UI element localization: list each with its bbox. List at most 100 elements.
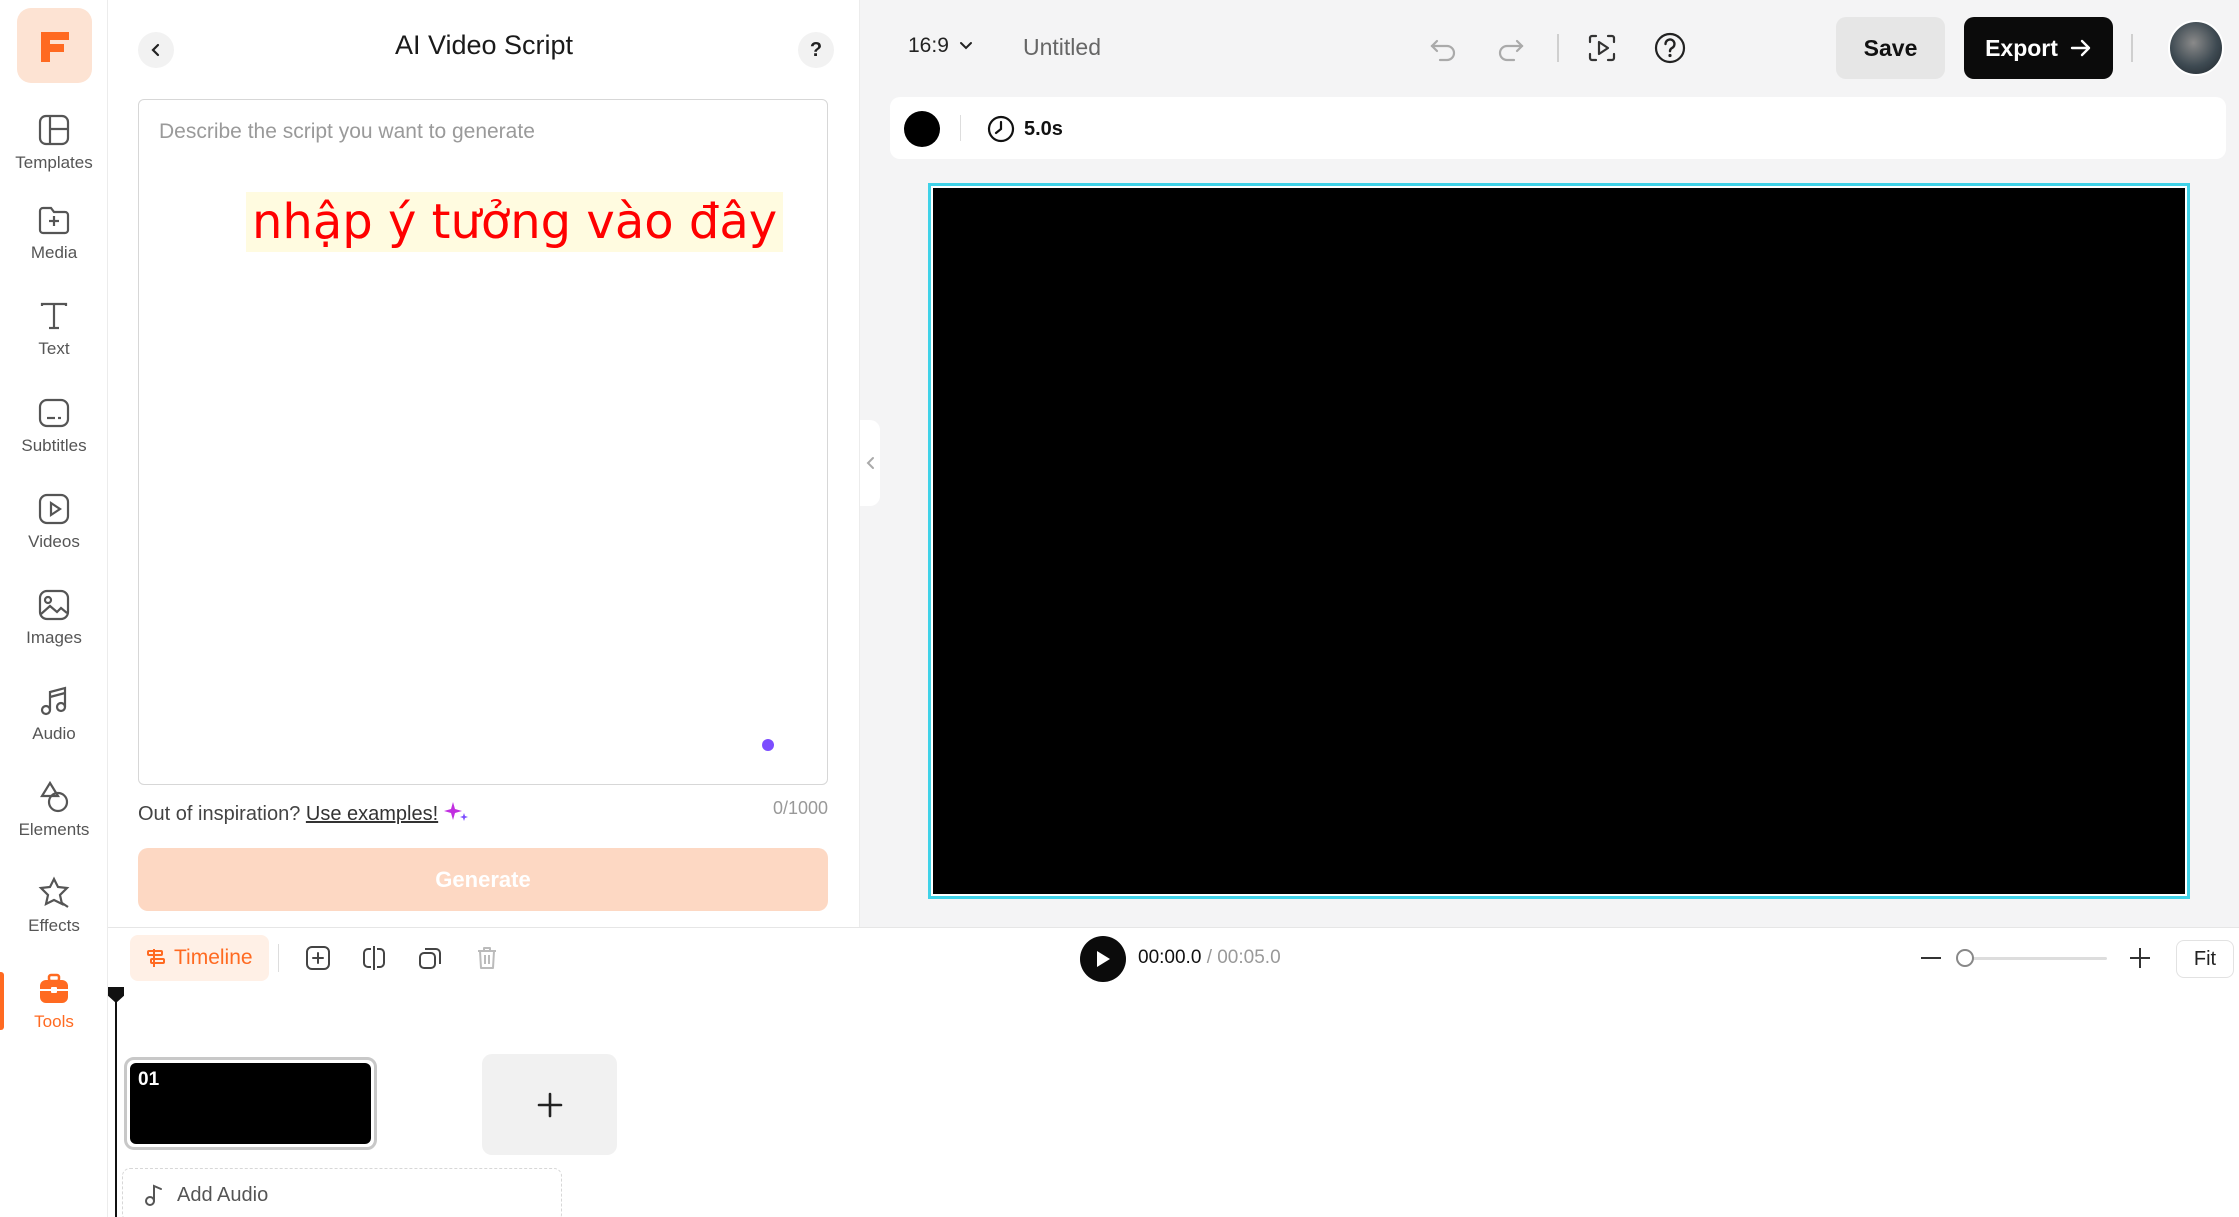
export-label: Export	[1985, 34, 2058, 61]
background-color-swatch[interactable]	[904, 111, 940, 147]
audio-icon	[40, 686, 67, 715]
rail-item-text[interactable]: Text	[0, 283, 108, 373]
rail-item-media[interactable]: Media	[0, 187, 108, 277]
timeline-divider	[278, 944, 279, 972]
rail-label: Media	[30, 242, 78, 262]
rail-item-images[interactable]: Images	[0, 572, 108, 662]
split-icon	[363, 946, 385, 970]
video-canvas[interactable]	[928, 183, 2190, 899]
split-button[interactable]	[356, 940, 392, 976]
prompt-placeholder: Describe the script you want to generate	[159, 120, 535, 143]
elements-icon	[40, 780, 69, 812]
help-center-button[interactable]	[1650, 28, 1690, 68]
ai-script-panel: AI Video Script ? Describe the script yo…	[108, 0, 860, 927]
generate-button[interactable]: Generate	[138, 848, 828, 911]
clock-icon	[987, 115, 1015, 143]
scene-clip[interactable]: 01	[124, 1057, 377, 1150]
rail-label: Text	[38, 338, 70, 358]
user-avatar[interactable]	[2168, 20, 2224, 76]
scene-properties-bar: 5.0s	[890, 97, 2226, 159]
app-logo[interactable]	[17, 8, 92, 83]
scene-clip-thumbnail: 01	[130, 1063, 371, 1144]
delete-button[interactable]	[469, 940, 505, 976]
playhead-line[interactable]	[115, 990, 117, 1217]
chevron-left-icon	[866, 457, 874, 469]
plus-icon	[537, 1092, 562, 1117]
rail-item-subtitles[interactable]: Subtitles	[0, 380, 108, 470]
videos-icon	[38, 493, 70, 524]
playhead-handle[interactable]	[108, 987, 124, 1003]
sparkle-icon	[443, 802, 468, 821]
panel-title: AI Video Script	[394, 30, 574, 60]
props-divider	[960, 115, 961, 141]
duplicate-button[interactable]	[412, 940, 448, 976]
rail-item-audio[interactable]: Audio	[0, 668, 108, 758]
rail-label: Tools	[34, 1011, 74, 1031]
assistant-dot-icon	[762, 739, 774, 751]
rail-item-effects[interactable]: Effects	[0, 860, 108, 950]
music-note-icon	[145, 1184, 162, 1206]
add-audio-label: Add Audio	[177, 1183, 269, 1206]
zoom-slider-handle[interactable]	[1956, 949, 1974, 967]
images-icon	[38, 589, 70, 620]
use-examples-link[interactable]: Use examples!	[306, 803, 438, 825]
add-audio-track[interactable]: Add Audio	[122, 1168, 562, 1217]
minus-icon	[1921, 957, 1941, 959]
rail-item-elements[interactable]: Elements	[0, 764, 108, 854]
add-scene-clip-button[interactable]	[482, 1054, 617, 1155]
toolbar-divider	[1557, 34, 1559, 62]
tools-icon	[40, 973, 68, 1003]
rail-item-templates[interactable]: Templates	[0, 97, 108, 187]
play-button[interactable]	[1080, 936, 1126, 982]
preview-play-icon	[1588, 34, 1616, 62]
duration-value: 5.0s	[1024, 117, 1063, 140]
undo-button[interactable]	[1423, 28, 1463, 68]
scene-number: 01	[138, 1069, 160, 1090]
arrow-right-icon	[2070, 39, 2091, 57]
zoom-slider-track[interactable]	[1961, 957, 2107, 960]
character-count: 0/1000	[772, 798, 828, 818]
duplicate-icon	[419, 948, 441, 969]
project-title[interactable]: Untitled	[1023, 34, 1101, 61]
current-time: 00:00.0	[1138, 947, 1202, 968]
add-square-icon	[306, 946, 330, 970]
templates-icon	[38, 114, 70, 145]
help-button[interactable]: ?	[798, 32, 834, 68]
chevron-down-icon	[959, 42, 972, 50]
rail-label: Elements	[18, 819, 90, 839]
redo-button[interactable]	[1491, 28, 1531, 68]
rail-label: Videos	[28, 531, 80, 551]
canvas-scene	[933, 188, 2185, 894]
text-icon	[40, 302, 68, 329]
zoom-in-button[interactable]	[2123, 941, 2157, 975]
aspect-ratio-value: 16:9	[908, 34, 949, 57]
timeline-panel: Timeline 00:00.0 / 00:05.0 Fit 01 Add Au…	[108, 927, 2239, 1217]
timeline-icon	[147, 949, 165, 967]
effects-icon	[38, 876, 70, 908]
scene-duration[interactable]: 5.0s	[986, 114, 1063, 144]
play-icon	[1097, 951, 1110, 967]
plus-icon	[2130, 948, 2150, 968]
export-button[interactable]: Export	[1964, 17, 2113, 79]
top-toolbar: 16:9 Untitled Save Export	[860, 0, 2239, 96]
undo-icon	[1430, 39, 1456, 62]
rail-item-videos[interactable]: Videos	[0, 476, 108, 566]
question-circle-icon	[1654, 32, 1686, 64]
rail-label: Templates	[15, 152, 93, 172]
rail-label: Audio	[32, 723, 76, 743]
fit-button[interactable]: Fit	[2176, 940, 2234, 978]
aspect-ratio-select[interactable]: 16:9	[908, 34, 973, 58]
zoom-out-button[interactable]	[1914, 941, 1948, 975]
add-scene-button[interactable]	[300, 940, 336, 976]
preview-button[interactable]	[1582, 28, 1622, 68]
rail-item-tools[interactable]: Tools	[0, 956, 108, 1046]
rail-label: Subtitles	[21, 435, 87, 455]
media-icon	[38, 206, 70, 234]
timeline-tab[interactable]: Timeline	[130, 935, 269, 981]
script-prompt-input[interactable]: Describe the script you want to generate…	[138, 99, 828, 785]
save-button[interactable]: Save	[1836, 17, 1945, 79]
redo-icon	[1498, 39, 1524, 62]
collapse-panel-handle[interactable]	[860, 420, 880, 506]
rail-label: Images	[26, 627, 82, 647]
tool-rail: Templates Media Text Subtitles Videos Im…	[0, 0, 108, 1217]
